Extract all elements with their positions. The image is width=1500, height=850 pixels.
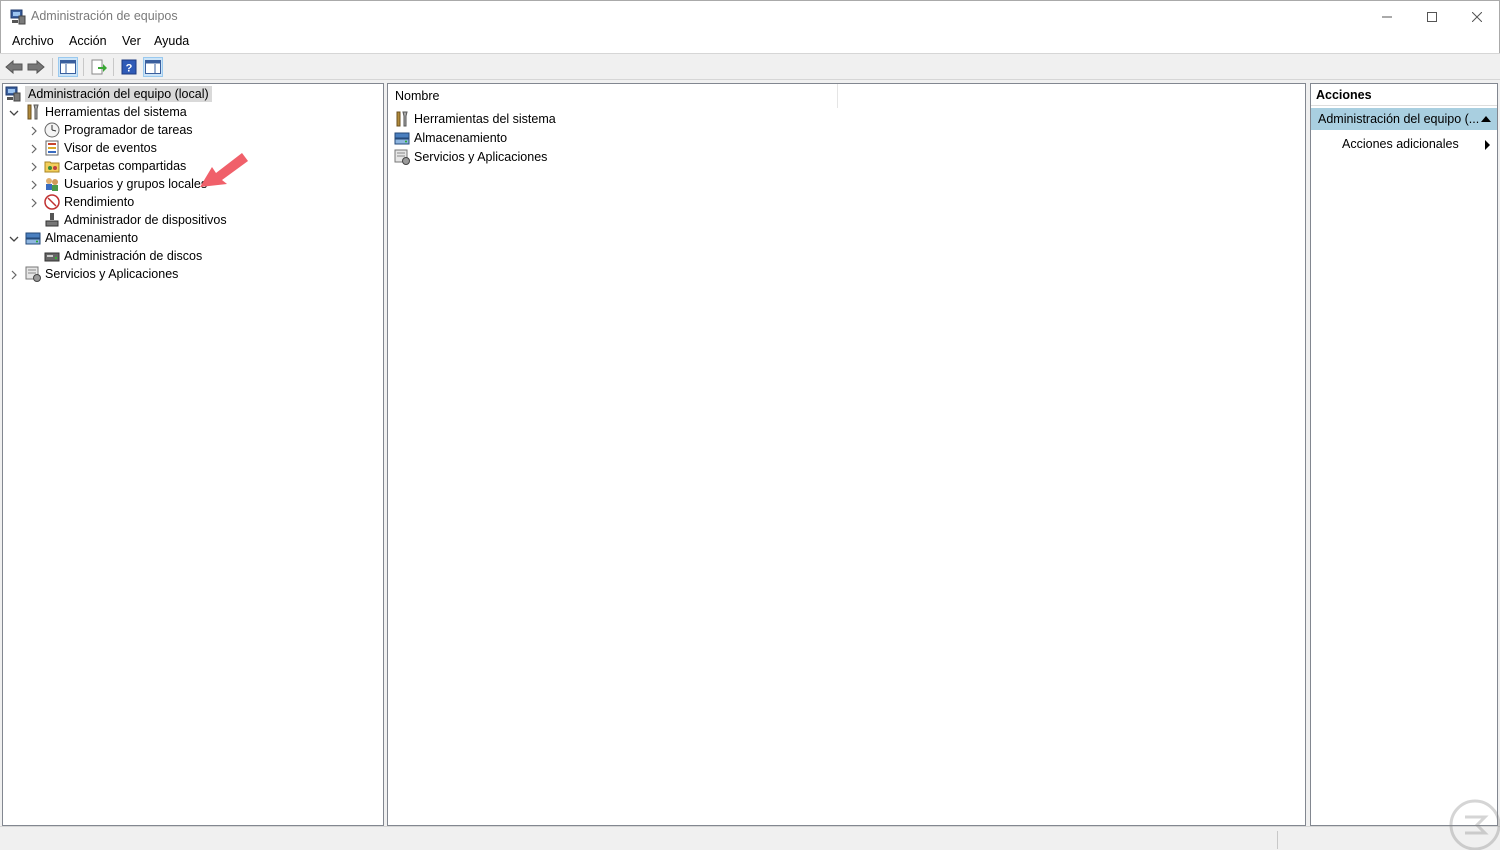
list-item[interactable]: Herramientas del sistema — [394, 110, 556, 128]
tree-item-label: Carpetas compartidas — [64, 159, 187, 173]
list-item-label: Herramientas del sistema — [414, 112, 556, 126]
collapse-up-icon[interactable] — [1481, 116, 1491, 122]
tree-item-label: Almacenamiento — [45, 231, 139, 245]
actions-pane: Acciones Administración del equipo (... … — [1310, 83, 1498, 826]
actions-header: Acciones — [1311, 84, 1497, 106]
watermark-logo — [1449, 799, 1500, 850]
tree-item-visor[interactable]: Visor de eventos — [44, 139, 157, 157]
expand-chevron-icon[interactable] — [9, 270, 19, 280]
storage-icon — [394, 132, 410, 145]
expand-chevron-icon[interactable] — [29, 144, 39, 154]
services-apps-icon — [25, 266, 41, 282]
menu-archivo[interactable]: Archivo — [12, 34, 54, 48]
services-apps-icon — [394, 149, 410, 165]
acciones-adicionales-item[interactable]: Acciones adicionales — [1342, 137, 1459, 151]
tree-item-dispositivos[interactable]: Administrador de dispositivos — [44, 211, 227, 229]
forward-arrow-icon — [27, 60, 45, 74]
show-hide-console-tree-icon — [60, 60, 76, 74]
tree-item-label: Rendimiento — [64, 195, 135, 209]
results-pane[interactable]: Nombre Herramientas del sistema Almacena… — [387, 83, 1306, 826]
show-hide-console-tree-button[interactable] — [58, 57, 78, 77]
expand-chevron-icon[interactable] — [29, 126, 39, 136]
users-groups-icon — [46, 178, 58, 191]
minimize-icon — [1382, 16, 1392, 17]
help-button[interactable]: ? — [119, 57, 139, 77]
show-hide-action-pane-icon — [145, 60, 161, 74]
title-bar: Administración de equipos — [0, 0, 1500, 31]
expand-chevron-icon[interactable] — [29, 162, 39, 172]
submenu-arrow-icon[interactable] — [1485, 140, 1490, 150]
tree-item-label: Administración de discos — [64, 249, 203, 263]
list-item-label: Servicios y Aplicaciones — [414, 150, 548, 164]
tree-item-usuarios[interactable]: Usuarios y grupos locales — [44, 175, 207, 193]
tree-item-carpetas[interactable]: Carpetas compartidas — [44, 157, 186, 175]
menu-ayuda[interactable]: Ayuda — [154, 34, 189, 48]
tree-item-herramientas[interactable]: Herramientas del sistema — [25, 103, 187, 121]
annotation-arrow-icon — [200, 153, 248, 187]
device-manager-icon — [45, 213, 59, 227]
tree-item-discos[interactable]: Administración de discos — [44, 247, 202, 265]
status-bar — [0, 826, 1500, 850]
tree-item-almacenamiento[interactable]: Almacenamiento — [25, 229, 138, 247]
tree-item-label: Herramientas del sistema — [45, 105, 187, 119]
actions-group-header[interactable]: Administración del equipo (... — [1311, 108, 1497, 130]
svg-text:?: ? — [126, 63, 133, 75]
performance-icon — [44, 194, 60, 210]
shared-folders-icon — [44, 161, 60, 173]
status-separator — [1277, 831, 1278, 849]
export-list-button[interactable] — [89, 57, 109, 77]
toolbar: ? — [0, 53, 1500, 80]
toolbar-separator — [52, 58, 53, 76]
tree-item-label: Programador de tareas — [64, 123, 193, 137]
menu-accion[interactable]: Acción — [69, 34, 107, 48]
close-button[interactable] — [1454, 1, 1500, 32]
list-item[interactable]: Almacenamiento — [394, 129, 507, 147]
expand-chevron-icon[interactable] — [29, 198, 39, 208]
forward-button[interactable] — [26, 57, 46, 77]
event-viewer-icon — [45, 140, 59, 156]
back-arrow-icon — [5, 60, 23, 74]
minimize-button[interactable] — [1364, 1, 1410, 32]
disk-management-icon — [44, 252, 60, 262]
toolbar-separator — [113, 58, 114, 76]
computer-management-icon — [10, 9, 26, 25]
close-icon — [1472, 11, 1482, 22]
computer-management-icon — [5, 86, 21, 102]
tree-item-label: Visor de eventos — [64, 141, 157, 155]
back-button[interactable] — [4, 57, 24, 77]
tree-item-servicios[interactable]: Servicios y Aplicaciones — [25, 265, 178, 283]
show-hide-action-pane-button[interactable] — [143, 57, 163, 77]
tree-item-label: Servicios y Aplicaciones — [45, 267, 179, 281]
storage-icon — [25, 232, 41, 245]
tree-item-rendimiento[interactable]: Rendimiento — [44, 193, 134, 211]
collapse-chevron-icon[interactable] — [9, 108, 19, 118]
menu-bar: Archivo Acción Ver Ayuda — [0, 31, 1500, 53]
tree-item-label: Administrador de dispositivos — [64, 213, 227, 227]
maximize-button[interactable] — [1409, 1, 1455, 32]
list-item-label: Almacenamiento — [414, 131, 508, 145]
help-icon: ? — [121, 59, 137, 75]
menu-ver[interactable]: Ver — [122, 34, 141, 48]
console-tree-pane[interactable]: Administración del equipo (local) Herram… — [2, 83, 384, 826]
tree-root[interactable]: Administración del equipo (local) — [5, 85, 212, 103]
window-title: Administración de equipos — [31, 9, 178, 23]
clock-icon — [44, 122, 60, 138]
list-item[interactable]: Servicios y Aplicaciones — [394, 148, 547, 166]
column-header-nombre[interactable]: Nombre — [388, 84, 838, 108]
export-list-icon — [91, 59, 107, 75]
tree-item-programador[interactable]: Programador de tareas — [44, 121, 193, 139]
expand-chevron-icon[interactable] — [29, 180, 39, 190]
maximize-icon — [1427, 11, 1437, 22]
system-tools-icon — [396, 111, 408, 127]
tree-item-label: Usuarios y grupos locales — [64, 177, 208, 191]
system-tools-icon — [27, 104, 39, 120]
tree-root-label: Administración del equipo (local) — [25, 86, 212, 102]
collapse-chevron-icon[interactable] — [9, 234, 19, 244]
actions-group-label: Administración del equipo (... — [1318, 112, 1480, 126]
toolbar-separator — [83, 58, 84, 76]
